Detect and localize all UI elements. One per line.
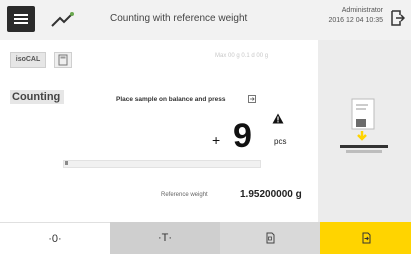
weight-value: 9 [233,117,252,155]
user-info: Administrator 2016 12 04 10:35 [329,6,384,26]
weighing-bar [63,160,261,168]
hamburger-line [14,22,28,24]
ok-button[interactable] [320,222,411,254]
reference-weight-value: 1.95200000 g [240,189,302,200]
footer-toolbar: ·0· ·T· [0,222,411,255]
mode-label: Counting [10,90,64,104]
user-name: Administrator [341,7,383,14]
balance-info: Max 00 g 0.1 d 00 g [215,53,269,59]
zero-button[interactable]: ·0· [0,222,110,255]
document-icon [266,232,275,244]
isocal-button[interactable]: isoCAL [10,52,46,68]
calculator-button[interactable] [54,52,72,68]
hamburger-line [14,14,28,16]
application-icon [51,12,74,27]
balance-icon [340,98,388,153]
ok-icon [248,95,256,103]
calculator-icon [58,54,68,66]
reference-weight-label: Reference weight [161,192,208,198]
ok-icon [362,232,370,244]
print-button[interactable] [220,222,320,254]
instruction-text: Place sample on balance and press [116,96,226,103]
top-bar: Counting with reference weight Administr… [0,0,411,41]
value-sign: + [212,132,221,148]
menu-button[interactable] [7,6,35,32]
page-title: Counting with reference weight [110,13,248,24]
datetime: 2016 12 04 10:35 [328,17,384,24]
weighing-bar-marker [65,161,68,165]
unit-label: pcs [274,137,287,146]
warning-icon [272,113,284,124]
hamburger-line [14,18,28,20]
tare-button[interactable]: ·T· [110,222,220,254]
logout-icon[interactable] [391,10,405,26]
